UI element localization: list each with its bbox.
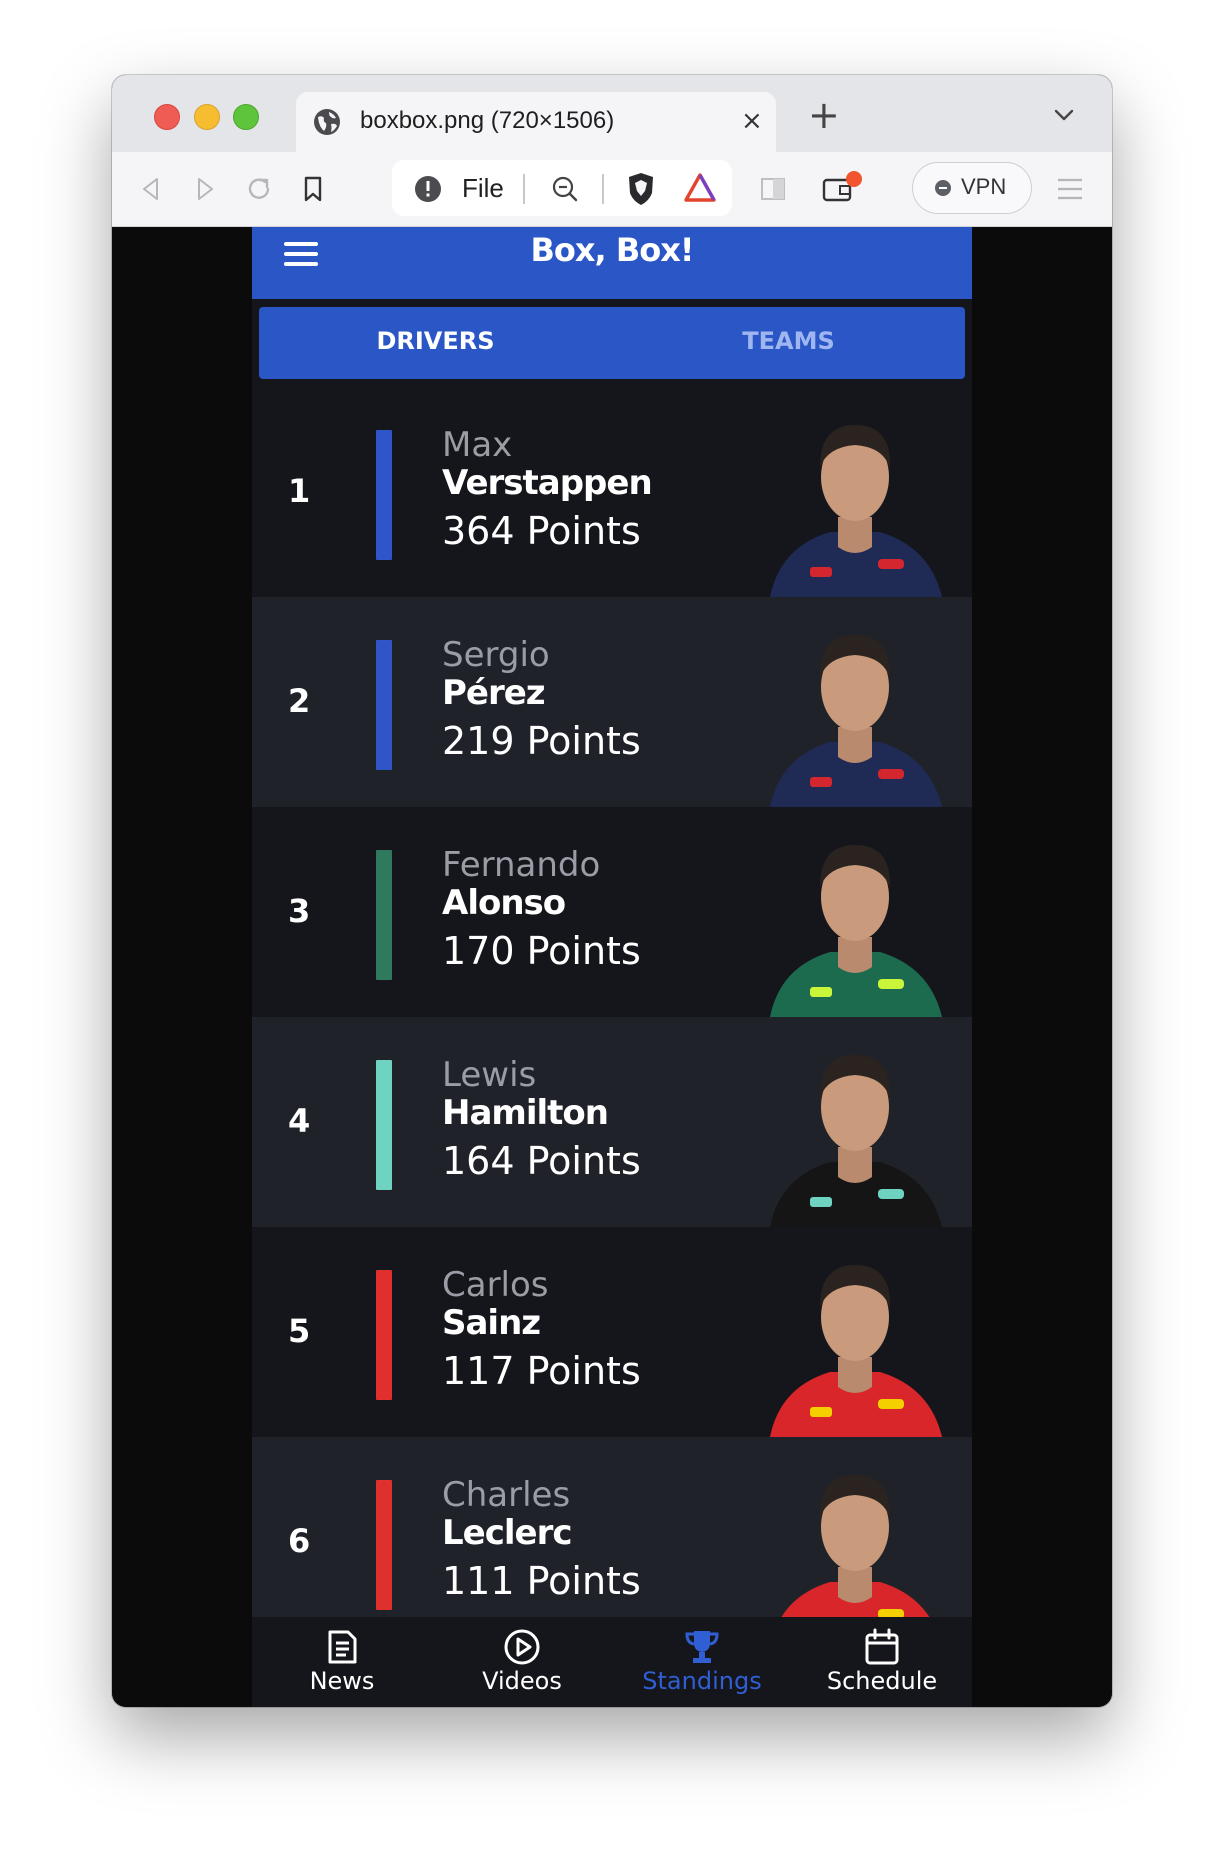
driver-row[interactable]: 4 Lewis Hamilton 164 Points: [252, 1017, 972, 1227]
calendar-icon: [865, 1628, 899, 1665]
driver-first-name: Lewis: [442, 1055, 537, 1095]
menu-icon[interactable]: [1056, 176, 1084, 202]
bottom-nav: News Videos Standings Schedule: [252, 1617, 972, 1707]
driver-last-name: Pérez: [442, 673, 546, 713]
driver-points: 117 Points: [442, 1349, 641, 1393]
driver-row[interactable]: 3 Fernando Alonso 170 Points: [252, 807, 972, 1017]
nav-news-label: News: [309, 1667, 375, 1695]
boxbox-app: Box, Box! DRIVERS TEAMS 1 Max Verstappen 36…: [252, 227, 972, 1707]
browser-toolbar: File VPN: [112, 152, 1112, 227]
address-bar[interactable]: File: [392, 160, 732, 216]
standings-tabs: DRIVERS TEAMS: [259, 307, 965, 379]
driver-row[interactable]: 2 Sergio Pérez 219 Points: [252, 597, 972, 807]
nav-standings[interactable]: Standings: [612, 1627, 792, 1695]
driver-portrait: [770, 845, 942, 1017]
nav-schedule-label: Schedule: [826, 1667, 938, 1695]
nav-standings-label: Standings: [642, 1667, 762, 1695]
chevron-down-icon[interactable]: [1052, 103, 1076, 127]
trophy-icon: [685, 1631, 719, 1663]
team-color-bar: [376, 1480, 392, 1610]
url-text: File: [462, 173, 504, 203]
driver-portrait: [770, 635, 942, 807]
play-circle-icon: [504, 1629, 540, 1665]
team-color-bar: [376, 1060, 392, 1190]
app-title: Box, Box!: [530, 231, 695, 269]
tab-bar: boxbox.png (720×1506) × +: [112, 75, 1112, 152]
driver-first-name: Fernando: [442, 845, 601, 885]
driver-first-name: Sergio: [442, 635, 550, 675]
maximize-window-button[interactable]: [233, 104, 259, 130]
team-color-bar: [376, 850, 392, 980]
newspaper-icon: [328, 1630, 357, 1664]
sidebar-icon[interactable]: [760, 176, 786, 202]
bookmark-icon[interactable]: [298, 174, 328, 204]
nav-videos[interactable]: Videos: [432, 1627, 612, 1695]
nav-videos-label: Videos: [482, 1667, 562, 1695]
globe-icon: [314, 109, 340, 135]
driver-standings-list: 1 Max Verstappen 364 Points 2 Sergio Pérez 219 …: [252, 387, 972, 1647]
page-viewport: Box, Box! DRIVERS TEAMS 1 Max Verstappen 36…: [112, 227, 1112, 1707]
driver-row[interactable]: 6 Charles Leclerc 111 Points: [252, 1437, 972, 1647]
close-window-button[interactable]: [154, 104, 180, 130]
team-color-bar: [376, 430, 392, 560]
forward-icon[interactable]: [190, 174, 220, 204]
nav-news[interactable]: News: [252, 1627, 432, 1695]
back-icon[interactable]: [136, 174, 166, 204]
driver-position: 1: [288, 472, 311, 510]
driver-last-name: Alonso: [442, 883, 566, 923]
driver-position: 3: [288, 892, 311, 930]
nav-schedule[interactable]: Schedule: [792, 1627, 972, 1695]
driver-position: 4: [288, 1102, 311, 1140]
driver-first-name: Charles: [442, 1475, 571, 1515]
browser-window: boxbox.png (720×1506) × + File VPN Box, …: [112, 75, 1112, 1707]
driver-position: 5: [288, 1312, 311, 1350]
driver-last-name: Verstappen: [442, 463, 653, 503]
driver-first-name: Carlos: [442, 1265, 549, 1305]
browser-tab[interactable]: boxbox.png (720×1506) ×: [296, 92, 776, 152]
info-icon[interactable]: [414, 175, 442, 203]
url-divider-2: [602, 174, 604, 204]
driver-points: 364 Points: [442, 509, 641, 553]
minimize-window-button[interactable]: [194, 104, 220, 130]
app-header: Box, Box!: [252, 227, 972, 299]
driver-position: 6: [288, 1522, 311, 1560]
vpn-button[interactable]: VPN: [912, 162, 1032, 214]
driver-last-name: Leclerc: [442, 1513, 573, 1553]
brave-shield-icon[interactable]: [624, 171, 658, 207]
driver-portrait: [770, 425, 942, 597]
driver-row[interactable]: 5 Carlos Sainz 117 Points: [252, 1227, 972, 1437]
team-color-bar: [376, 640, 392, 770]
driver-first-name: Max: [442, 425, 513, 465]
driver-points: 170 Points: [442, 929, 641, 973]
driver-row[interactable]: 1 Max Verstappen 364 Points: [252, 387, 972, 597]
brave-rewards-icon[interactable]: [684, 172, 716, 204]
zoom-out-icon[interactable]: [550, 174, 580, 204]
driver-last-name: Hamilton: [442, 1093, 609, 1133]
driver-points: 164 Points: [442, 1139, 641, 1183]
team-color-bar: [376, 1270, 392, 1400]
reload-icon[interactable]: [244, 174, 274, 204]
driver-last-name: Sainz: [442, 1303, 541, 1343]
vpn-label: VPN: [961, 174, 1007, 199]
vpn-status-icon: [935, 180, 951, 196]
wallet-icon[interactable]: [820, 170, 864, 206]
driver-points: 219 Points: [442, 719, 641, 763]
driver-position: 2: [288, 682, 311, 720]
driver-portrait: [770, 1265, 942, 1437]
tab-teams[interactable]: TEAMS: [612, 327, 965, 355]
new-tab-button[interactable]: +: [808, 93, 840, 137]
url-divider: [523, 174, 525, 204]
tab-title: boxbox.png (720×1506): [360, 107, 615, 134]
driver-points: 111 Points: [442, 1559, 641, 1603]
driver-portrait: [770, 1055, 942, 1227]
tab-drivers[interactable]: DRIVERS: [259, 327, 612, 355]
tab-close-icon[interactable]: ×: [741, 106, 763, 136]
